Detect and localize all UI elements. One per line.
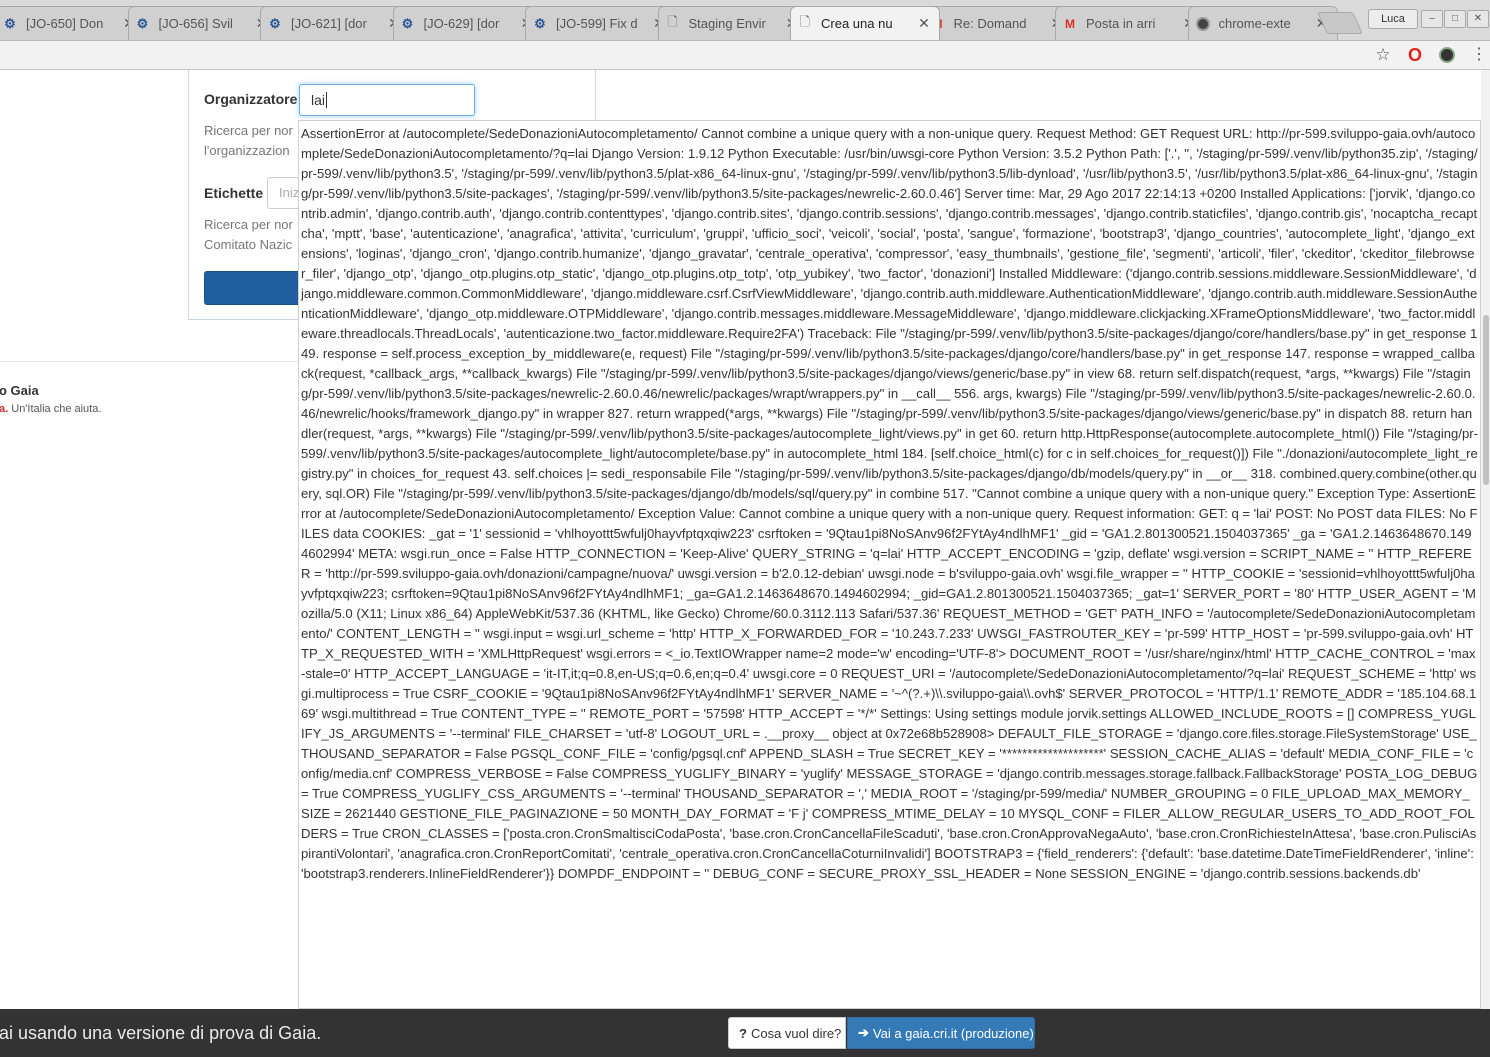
page-scrollbar-thumb[interactable] [1483, 315, 1489, 485]
organizer-label: Organizzatore [204, 91, 298, 107]
chrome-extension-icon [1195, 16, 1211, 32]
tab-title: Staging Envir [688, 16, 766, 31]
footer-tagline: a. Un'Italia che aiuta. [0, 403, 102, 415]
tags-label: Etichette [204, 185, 264, 201]
minimize-button[interactable]: – [1421, 10, 1443, 28]
tab-title: [JO-629] [dor [423, 16, 500, 31]
browser-tab[interactable]: ⚙[JO-650] Don✕ [0, 6, 145, 40]
bookmark-star-icon[interactable]: ☆ [1373, 45, 1393, 65]
gmail-icon: M [1065, 16, 1075, 31]
jira-icon: ⚙ [401, 15, 414, 31]
tab-close-icon[interactable]: ✕ [917, 15, 931, 32]
question-circle-icon: ? [739, 1025, 747, 1041]
close-window-button[interactable]: ✕ [1467, 10, 1489, 28]
chrome-extension-icon[interactable] [1439, 47, 1455, 63]
tab-title: [JO-650] Don [26, 16, 104, 31]
error-traceback-text: AssertionError at /autocomplete/SedeDona… [301, 126, 1478, 881]
jira-icon: ⚙ [534, 15, 546, 31]
text-caret [326, 92, 328, 108]
document-icon: 🗋 [799, 13, 811, 29]
browser-tab[interactable]: ⚙[JO-629] [dor✕ [392, 6, 543, 40]
what-does-it-mean-button[interactable]: ? Cosa vuol dire? [728, 1017, 846, 1049]
organizer-input[interactable]: lai [299, 84, 475, 116]
tab-title: Re: Domand [953, 16, 1027, 31]
browser-tab-strip: ⚙ [JO-650] Don ✕ ⚙ [JO-656] Svil ✕ ⚙ [JO-621] [… [0, 0, 1490, 41]
organizer-input-value: lai [311, 92, 326, 108]
jira-icon: ⚙ [136, 15, 149, 31]
browser-tab[interactable]: MPosta in arri✕ [1055, 6, 1205, 40]
document-icon: 🗋 [667, 13, 678, 29]
footer-brand: o Gaia [0, 383, 39, 398]
browser-tab[interactable]: ⚙[JO-621] [dor✕ [260, 6, 410, 40]
browser-tab[interactable]: 🗋 Crea una nu ✕ [790, 6, 940, 40]
page-scrollbar[interactable] [1481, 70, 1490, 1009]
submit-button[interactable] [204, 271, 304, 305]
tab-title: [JO-621] [dor [291, 16, 367, 31]
autocomplete-dropdown[interactable]: AssertionError at /autocomplete/SedeDona… [298, 120, 1481, 1009]
jira-icon: ⚙ [269, 15, 281, 31]
profile-button[interactable]: Luca [1368, 9, 1418, 29]
page-content: Organizzatore lai Ricerca per nor l'orga… [0, 70, 1490, 1009]
browser-tab[interactable]: MRe: Domand✕ [922, 6, 1073, 40]
jira-icon: ⚙ [4, 15, 16, 31]
sign-in-icon: ➔ [858, 1025, 869, 1040]
opera-extension-icon[interactable]: O [1405, 45, 1425, 65]
browser-tab[interactable]: ⚙[JO-599] Fix d✕ [525, 6, 675, 40]
footer-divider [0, 361, 300, 362]
tab-title: Posta in arri [1086, 16, 1156, 31]
tab-title: [JO-656] Svil [158, 16, 233, 31]
tags-help-text: Ricerca per nor Comitato Nazic [204, 217, 293, 252]
organizer-help-text: Ricerca per nor l'organizzazion [204, 123, 293, 158]
browser-tab[interactable]: 🗋Staging Envir✕ [657, 6, 808, 40]
go-to-production-button[interactable]: ➔ Vai a gaia.cri.it (produzione) [847, 1017, 1035, 1049]
tab-title: [JO-599] Fix d [556, 16, 638, 31]
staging-notice-text: ai usando una versione di prova di Gaia. [0, 1023, 322, 1043]
browser-tab[interactable]: chrome-exte✕ [1187, 6, 1338, 40]
staging-notice-bar: ai usando una versione di prova di Gaia.… [0, 1009, 1490, 1057]
browser-toolbar: ☆ O ⋮ [0, 41, 1490, 70]
maximize-button[interactable]: □ [1444, 10, 1466, 28]
tab-title: chrome-exte [1218, 16, 1291, 31]
tab-title: Crea una nu [821, 16, 893, 31]
browser-tab[interactable]: ⚙[JO-656] Svil✕ [127, 6, 278, 40]
browser-menu-icon[interactable]: ⋮ [1469, 45, 1489, 65]
